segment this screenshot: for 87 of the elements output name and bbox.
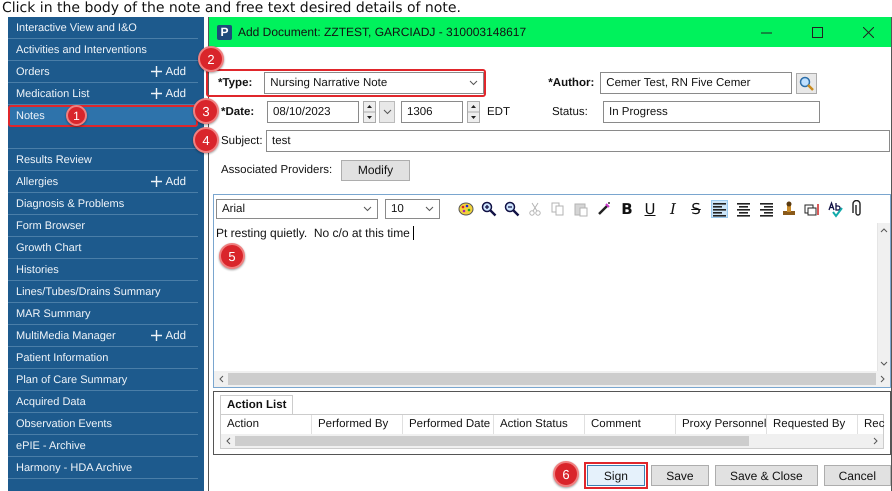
vertical-scrollbar[interactable] bbox=[877, 223, 890, 371]
chevron-icon bbox=[382, 109, 392, 115]
action-list-tab[interactable]: Action List bbox=[220, 395, 294, 414]
sidebar-item[interactable]: Lines/Tubes/Drains Summary bbox=[8, 281, 198, 303]
instruction-heading: Click in the body of the note and free text desired details of note. bbox=[1, 0, 462, 17]
sidebar-item[interactable]: ePIE - Archive bbox=[8, 435, 198, 457]
chevron-icon bbox=[425, 206, 434, 212]
sidebar-item[interactable]: Diagnosis & Problems bbox=[8, 193, 198, 215]
author-field[interactable]: Cemer Test, RN Five Cemer bbox=[600, 72, 792, 94]
stamp-icon[interactable] bbox=[781, 200, 797, 218]
plus-icon[interactable] bbox=[150, 330, 162, 341]
scroll-left-icon[interactable] bbox=[218, 375, 224, 383]
align-button[interactable] bbox=[711, 200, 728, 218]
sidebar-item[interactable]: Form Browser bbox=[8, 215, 198, 237]
add-link[interactable]: Add bbox=[166, 88, 186, 100]
app-icon: P bbox=[217, 24, 232, 40]
search-icon[interactable] bbox=[796, 72, 818, 94]
align-button[interactable] bbox=[735, 200, 751, 218]
sidebar-item[interactable]: MAR Summary bbox=[8, 303, 198, 325]
step-marker: 4 bbox=[193, 127, 219, 153]
sidebar-item[interactable]: Histories bbox=[8, 259, 198, 281]
sidebar-item[interactable]: Harmony - HDA Archive bbox=[8, 457, 198, 479]
plus-icon[interactable] bbox=[150, 176, 162, 187]
modify-button[interactable]: Modify bbox=[341, 160, 410, 180]
font-dropdown[interactable]: Arial bbox=[216, 199, 378, 219]
plus-icon[interactable] bbox=[150, 88, 162, 99]
format-button[interactable]: U bbox=[642, 200, 658, 218]
spinner-icon[interactable] bbox=[467, 101, 480, 123]
field-label: *Type: bbox=[218, 77, 252, 89]
format-button[interactable]: B bbox=[619, 200, 635, 218]
add-link[interactable]: Add bbox=[166, 176, 186, 188]
align-button[interactable] bbox=[758, 200, 774, 218]
step-marker: 3 bbox=[193, 98, 219, 124]
scroll-down-icon[interactable] bbox=[880, 361, 888, 367]
scroll-right-icon[interactable] bbox=[880, 375, 886, 383]
close-icon[interactable] bbox=[863, 26, 874, 38]
field-label: Subject: bbox=[221, 135, 264, 147]
sidebar-item[interactable]: Observation Events bbox=[8, 413, 198, 435]
sidebar-item[interactable]: Activities and Interventions bbox=[8, 39, 198, 61]
sidebar-item[interactable]: Patient Information bbox=[8, 347, 198, 369]
plus-icon[interactable] bbox=[150, 66, 162, 77]
spinner-icon[interactable] bbox=[363, 101, 376, 123]
zoom-in-icon[interactable] bbox=[481, 200, 497, 218]
maximize-icon[interactable] bbox=[812, 26, 823, 38]
time-field[interactable]: 1306 bbox=[401, 101, 463, 123]
sidebar-item[interactable]: Interactive View and I&O bbox=[8, 17, 198, 39]
scroll-left-icon[interactable] bbox=[225, 437, 231, 445]
sidebar-item[interactable]: Orders Add bbox=[8, 61, 198, 83]
dialog-button[interactable]: Save bbox=[650, 465, 709, 486]
sidebar-item[interactable]: Notes 1 bbox=[8, 105, 198, 127]
sidebar-item[interactable]: Plan of Care Summary bbox=[8, 369, 198, 391]
field-label: *Date: bbox=[221, 106, 256, 118]
horizontal-scrollbar[interactable] bbox=[214, 371, 890, 387]
dialog-button[interactable]: Cancel bbox=[824, 465, 891, 486]
step-marker: 5 bbox=[219, 243, 245, 269]
date-dropdown[interactable] bbox=[379, 101, 395, 123]
format-button[interactable]: I bbox=[665, 200, 681, 218]
spellcheck-icon[interactable] bbox=[827, 200, 843, 218]
add-link[interactable]: Add bbox=[166, 330, 186, 342]
chevron-icon bbox=[469, 80, 478, 86]
field-label: Associated Providers: bbox=[221, 164, 334, 176]
timezone-label: EDT bbox=[487, 106, 510, 118]
field-label: Status: bbox=[552, 106, 589, 118]
scroll-up-icon[interactable] bbox=[880, 227, 888, 233]
sidebar-item[interactable]: Allergies Add bbox=[8, 171, 198, 193]
dialog-button[interactable]: Sign bbox=[586, 465, 645, 486]
type-dropdown[interactable]: Nursing Narrative Note bbox=[264, 72, 484, 94]
sidebar-item[interactable]: Acquired Data bbox=[8, 391, 198, 413]
horizontal-scrollbar[interactable] bbox=[221, 434, 883, 448]
window-title: Add Document: ZZTEST, GARCIADJ - 310003148617 bbox=[238, 25, 528, 39]
status-field: In Progress bbox=[603, 101, 820, 123]
step-marker: 1 bbox=[66, 105, 87, 126]
zoom-out-icon[interactable] bbox=[504, 200, 520, 218]
dialog-button[interactable]: Save & Close bbox=[714, 465, 818, 486]
field-label: *Author: bbox=[548, 77, 594, 89]
palette-icon[interactable] bbox=[458, 200, 474, 218]
add-link[interactable]: Add bbox=[166, 66, 186, 78]
sidebar-item[interactable]: Results Review bbox=[8, 149, 198, 171]
sidebar-item[interactable]: MultiMedia Manager Add bbox=[8, 325, 198, 347]
scroll-right-icon[interactable] bbox=[873, 437, 879, 445]
chevron-icon bbox=[363, 206, 372, 212]
step-marker: 6 bbox=[552, 461, 579, 487]
sidebar-item[interactable]: Growth Chart bbox=[8, 237, 198, 259]
size-dropdown[interactable]: 10 bbox=[385, 199, 440, 219]
format-button[interactable]: S bbox=[688, 200, 704, 218]
subject-field[interactable]: test bbox=[266, 130, 890, 152]
date-field[interactable]: 08/10/2023 bbox=[267, 101, 359, 123]
